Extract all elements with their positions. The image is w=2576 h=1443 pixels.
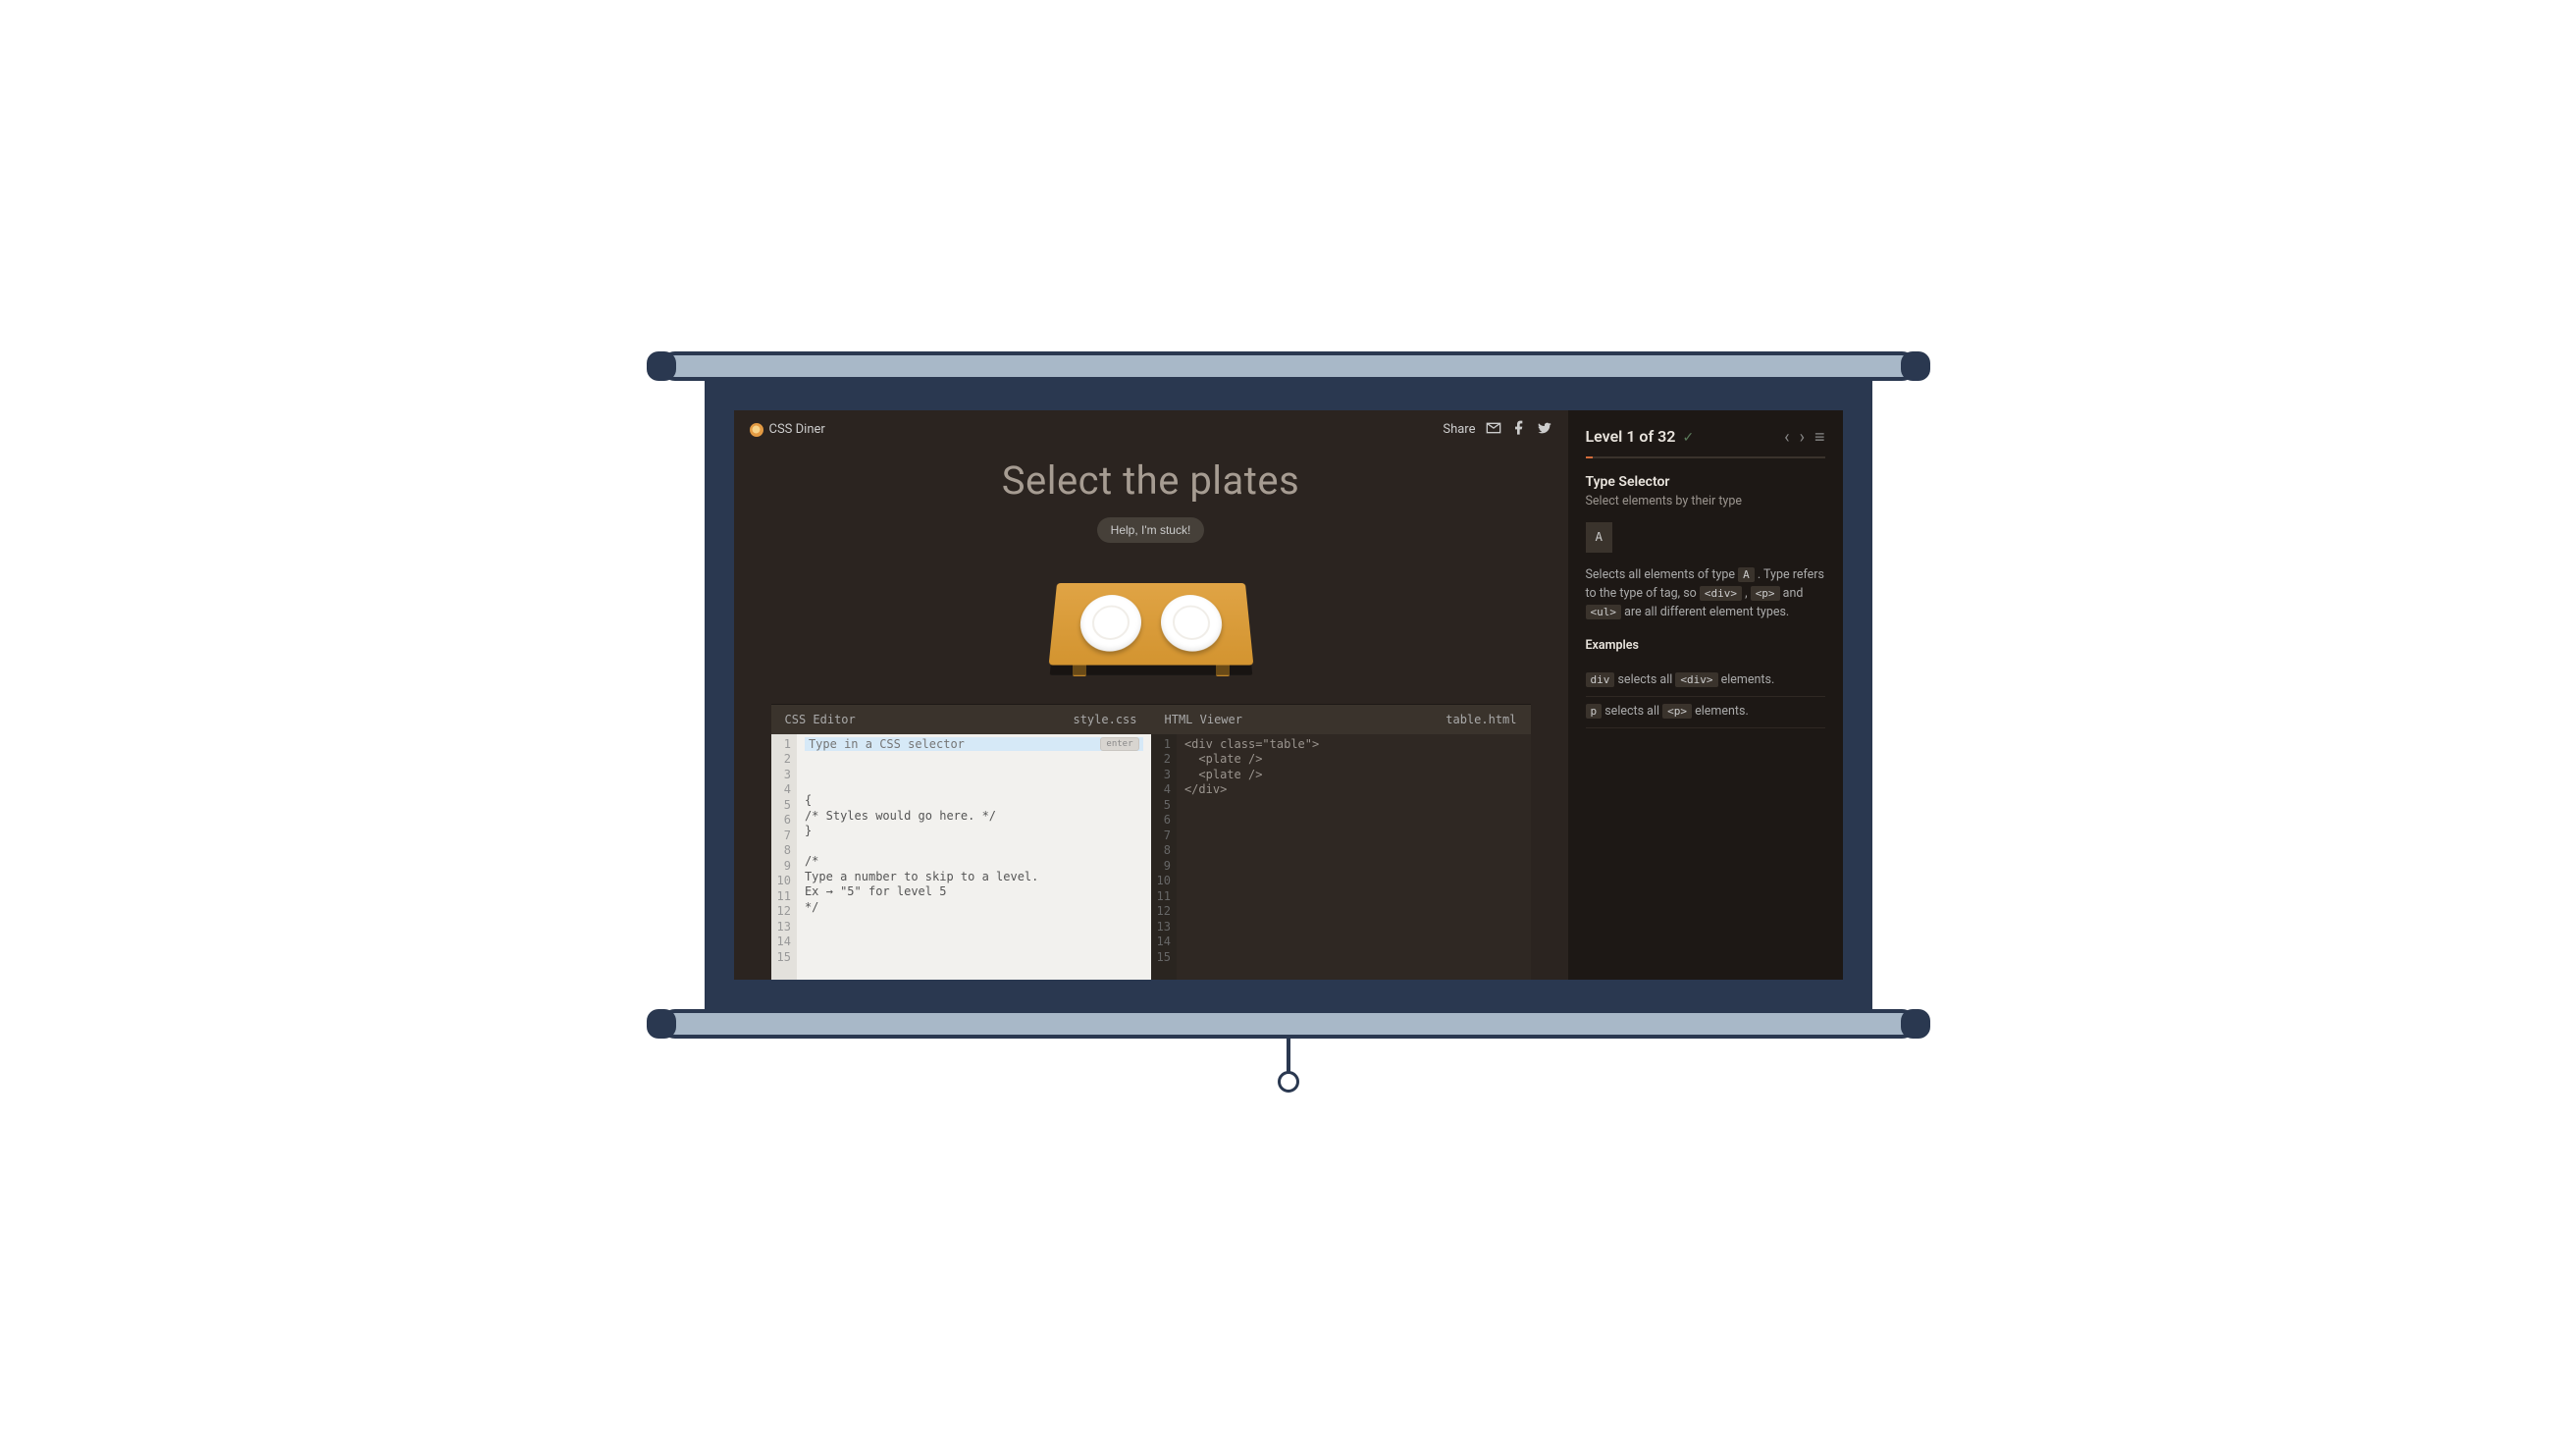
enter-button[interactable]: enter — [1100, 737, 1138, 751]
css-code-area[interactable]: enter {/* Styles would go here. */}/*Typ… — [797, 734, 1151, 980]
facebook-icon[interactable] — [1511, 420, 1527, 440]
plate[interactable] — [1160, 595, 1223, 652]
app-logo[interactable]: CSS Diner — [750, 422, 825, 437]
twitter-icon[interactable] — [1537, 420, 1552, 440]
css-line-gutter: 123456789101112131415 — [771, 734, 797, 980]
example-text: elements. — [1721, 672, 1775, 687]
html-viewer-filename: table.html — [1446, 713, 1516, 726]
help-button[interactable]: Help, I'm stuck! — [1097, 517, 1205, 543]
html-line-gutter: 123456789101112131415 — [1151, 734, 1177, 980]
code-token: p — [1586, 704, 1603, 719]
code-token: div — [1586, 672, 1615, 687]
code-token: A — [1738, 567, 1755, 582]
css-editor-filename: style.css — [1073, 713, 1136, 726]
selector-subtitle: Select elements by their type — [1586, 493, 1825, 511]
sidebar: Level 1 of 32 ✓ ‹ › ≡ Type Selector Sele… — [1568, 410, 1843, 980]
selector-description: Selects all elements of type A . Type re… — [1586, 566, 1825, 621]
diner-table — [734, 578, 1568, 681]
next-level-button[interactable]: › — [1800, 424, 1805, 451]
logo-icon — [750, 423, 763, 437]
html-viewer-title: HTML Viewer — [1165, 713, 1242, 726]
plate[interactable] — [1078, 595, 1140, 652]
app-name: CSS Diner — [769, 422, 825, 437]
prev-level-button[interactable]: ‹ — [1784, 424, 1789, 451]
level-progress-bar — [1586, 456, 1825, 458]
title-area: Select the plates Help, I'm stuck! — [734, 450, 1568, 562]
selector-syntax-box: A — [1586, 522, 1613, 553]
desc-text: , — [1745, 586, 1751, 601]
screen-body: CSS Diner Share — [705, 381, 1872, 1009]
code-token: <ul> — [1586, 605, 1622, 619]
code-token: <div> — [1675, 672, 1717, 687]
table-top — [1048, 582, 1253, 665]
editors: CSS Editor style.css 1234567891011121314… — [771, 705, 1531, 980]
share-label: Share — [1443, 422, 1475, 437]
css-editor-title: CSS Editor — [785, 713, 856, 726]
desc-text: and — [1783, 586, 1804, 601]
desc-text: are all different element types. — [1624, 605, 1789, 619]
desc-text: Selects all elements of type — [1586, 567, 1739, 582]
code-token: <p> — [1751, 586, 1780, 601]
css-editor: CSS Editor style.css 1234567891011121314… — [771, 705, 1151, 980]
screen-top-bar — [660, 351, 1917, 381]
app-main: CSS Diner Share — [734, 410, 1568, 980]
example-row: div selects all <div> elements. — [1586, 666, 1825, 697]
email-icon[interactable] — [1486, 420, 1501, 440]
page-title: Select the plates — [734, 457, 1568, 504]
css-diner-app: CSS Diner Share — [734, 410, 1843, 980]
example-text: elements. — [1695, 704, 1749, 719]
check-icon: ✓ — [1683, 430, 1695, 446]
html-viewer: HTML Viewer table.html 12345678910111213… — [1151, 705, 1531, 980]
level-nav: ‹ › ≡ — [1784, 424, 1824, 451]
example-row: p selects all <p> elements. — [1586, 697, 1825, 728]
css-editor-body: 123456789101112131415 enter {/* Styles w… — [771, 734, 1151, 980]
sidebar-header: Level 1 of 32 ✓ ‹ › ≡ — [1586, 424, 1825, 451]
examples-heading: Examples — [1586, 637, 1825, 656]
css-input-row: enter — [805, 737, 1143, 751]
screen-pull-knob[interactable] — [1278, 1071, 1299, 1093]
html-code-area: <div class="table"> <plate /> <plate /><… — [1177, 734, 1531, 980]
html-viewer-body: 123456789101112131415 <div class="table"… — [1151, 734, 1531, 980]
code-token: <p> — [1662, 704, 1692, 719]
example-text: selects all — [1617, 672, 1675, 687]
css-editor-header: CSS Editor style.css — [771, 705, 1151, 734]
screen-bottom-bar — [660, 1009, 1917, 1039]
screen-pull-cord — [1287, 1039, 1290, 1073]
menu-icon[interactable]: ≡ — [1814, 424, 1825, 451]
share-group: Share — [1443, 420, 1551, 440]
level-label: Level 1 of 32 — [1586, 427, 1676, 446]
css-selector-input[interactable] — [809, 737, 1094, 751]
example-text: selects all — [1604, 704, 1662, 719]
app-header: CSS Diner Share — [734, 410, 1568, 450]
projector-screen: CSS Diner Share — [660, 351, 1917, 1093]
code-token: <div> — [1700, 586, 1742, 601]
html-viewer-header: HTML Viewer table.html — [1151, 705, 1531, 734]
selector-name: Type Selector — [1586, 472, 1825, 493]
